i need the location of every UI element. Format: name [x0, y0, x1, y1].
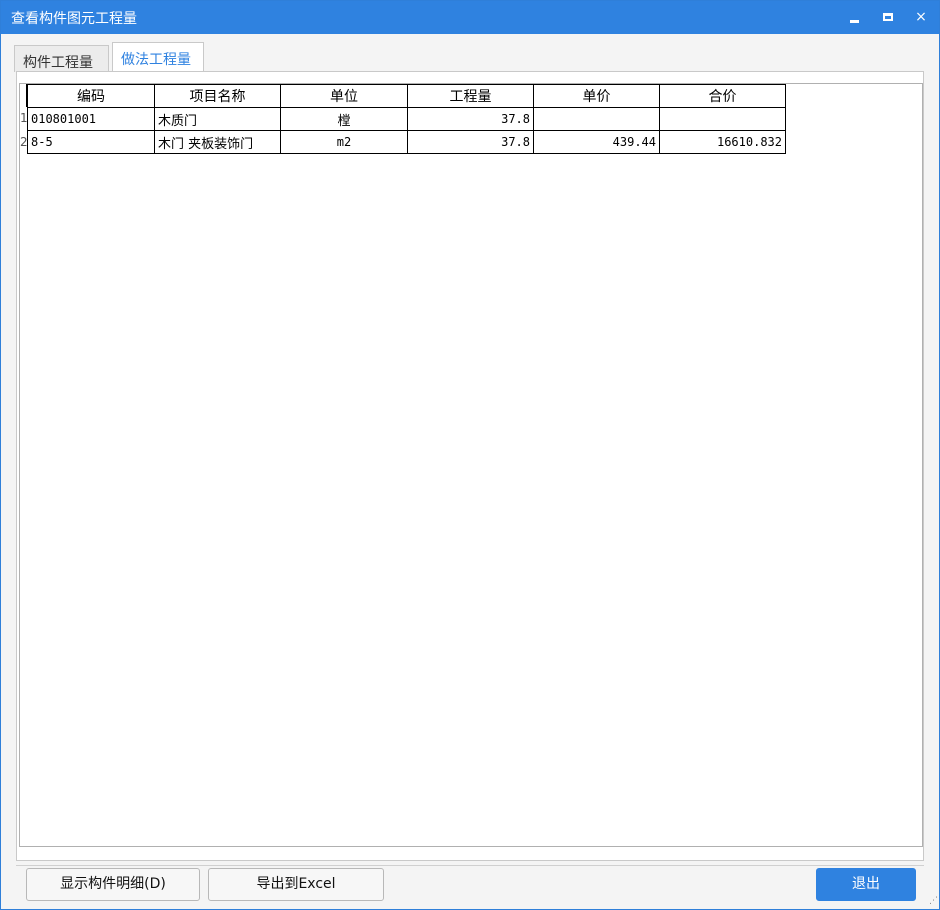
cell-quantity[interactable]: 37.8	[407, 107, 534, 131]
cell-code[interactable]: 010801001	[27, 107, 155, 131]
table-row[interactable]: 010801001 木质门 樘 37.8	[27, 107, 786, 131]
cell-unit-price[interactable]	[533, 107, 660, 131]
minimize-button[interactable]	[844, 7, 866, 27]
cell-total[interactable]: 16610.832	[659, 130, 786, 154]
tab-method-quantity[interactable]: 做法工程量	[112, 42, 204, 72]
export-excel-button[interactable]: 导出到Excel	[208, 868, 384, 901]
window-title: 查看构件图元工程量	[11, 11, 137, 27]
cell-name[interactable]: 木门 夹板装饰门	[154, 130, 281, 154]
column-header-unit[interactable]: 单位	[280, 84, 408, 108]
cell-total[interactable]	[659, 107, 786, 131]
column-header-total[interactable]: 合价	[659, 84, 786, 108]
cell-unit[interactable]: m2	[280, 130, 408, 154]
column-header-code[interactable]: 编码	[27, 84, 155, 108]
tab-component-quantity[interactable]: 构件工程量	[14, 45, 109, 72]
grid-area: 1 2 编码 项目名称 单位 工程量 单价 合价 010801001 木质门 樘…	[19, 83, 923, 847]
table-header-row: 编码 项目名称 单位 工程量 单价 合价	[27, 84, 786, 108]
maximize-icon	[883, 13, 893, 21]
row-header-corner	[20, 84, 27, 107]
cell-unit[interactable]: 樘	[280, 107, 408, 131]
resize-grip-icon[interactable]: ⋰	[929, 897, 938, 906]
column-header-unit-price[interactable]: 单价	[533, 84, 660, 108]
table-row[interactable]: 8-5 木门 夹板装饰门 m2 37.8 439.44 16610.832	[27, 130, 786, 154]
column-header-quantity[interactable]: 工程量	[407, 84, 534, 108]
show-detail-button[interactable]: 显示构件明细(D)	[26, 868, 200, 901]
dialog-window: 查看构件图元工程量 × 构件工程量 做法工程量 1 2 编码 项目名称 单位 工…	[0, 0, 940, 910]
exit-button[interactable]: 退出	[816, 868, 916, 901]
cell-name[interactable]: 木质门	[154, 107, 281, 131]
cell-quantity[interactable]: 37.8	[407, 130, 534, 154]
column-header-name[interactable]: 项目名称	[154, 84, 281, 108]
cell-unit-price[interactable]: 439.44	[533, 130, 660, 154]
cell-code[interactable]: 8-5	[27, 130, 155, 154]
maximize-button[interactable]	[877, 7, 899, 27]
minimize-icon	[850, 20, 859, 23]
close-icon: ×	[915, 9, 927, 25]
close-button[interactable]: ×	[910, 7, 932, 27]
tab-panel: 1 2 编码 项目名称 单位 工程量 单价 合价 010801001 木质门 樘…	[16, 71, 924, 861]
title-bar[interactable]: 查看构件图元工程量 ×	[1, 1, 939, 34]
quantity-table: 编码 项目名称 单位 工程量 单价 合价 010801001 木质门 樘 37.…	[27, 84, 786, 154]
button-bar: 显示构件明细(D) 导出到Excel 退出	[16, 865, 924, 905]
